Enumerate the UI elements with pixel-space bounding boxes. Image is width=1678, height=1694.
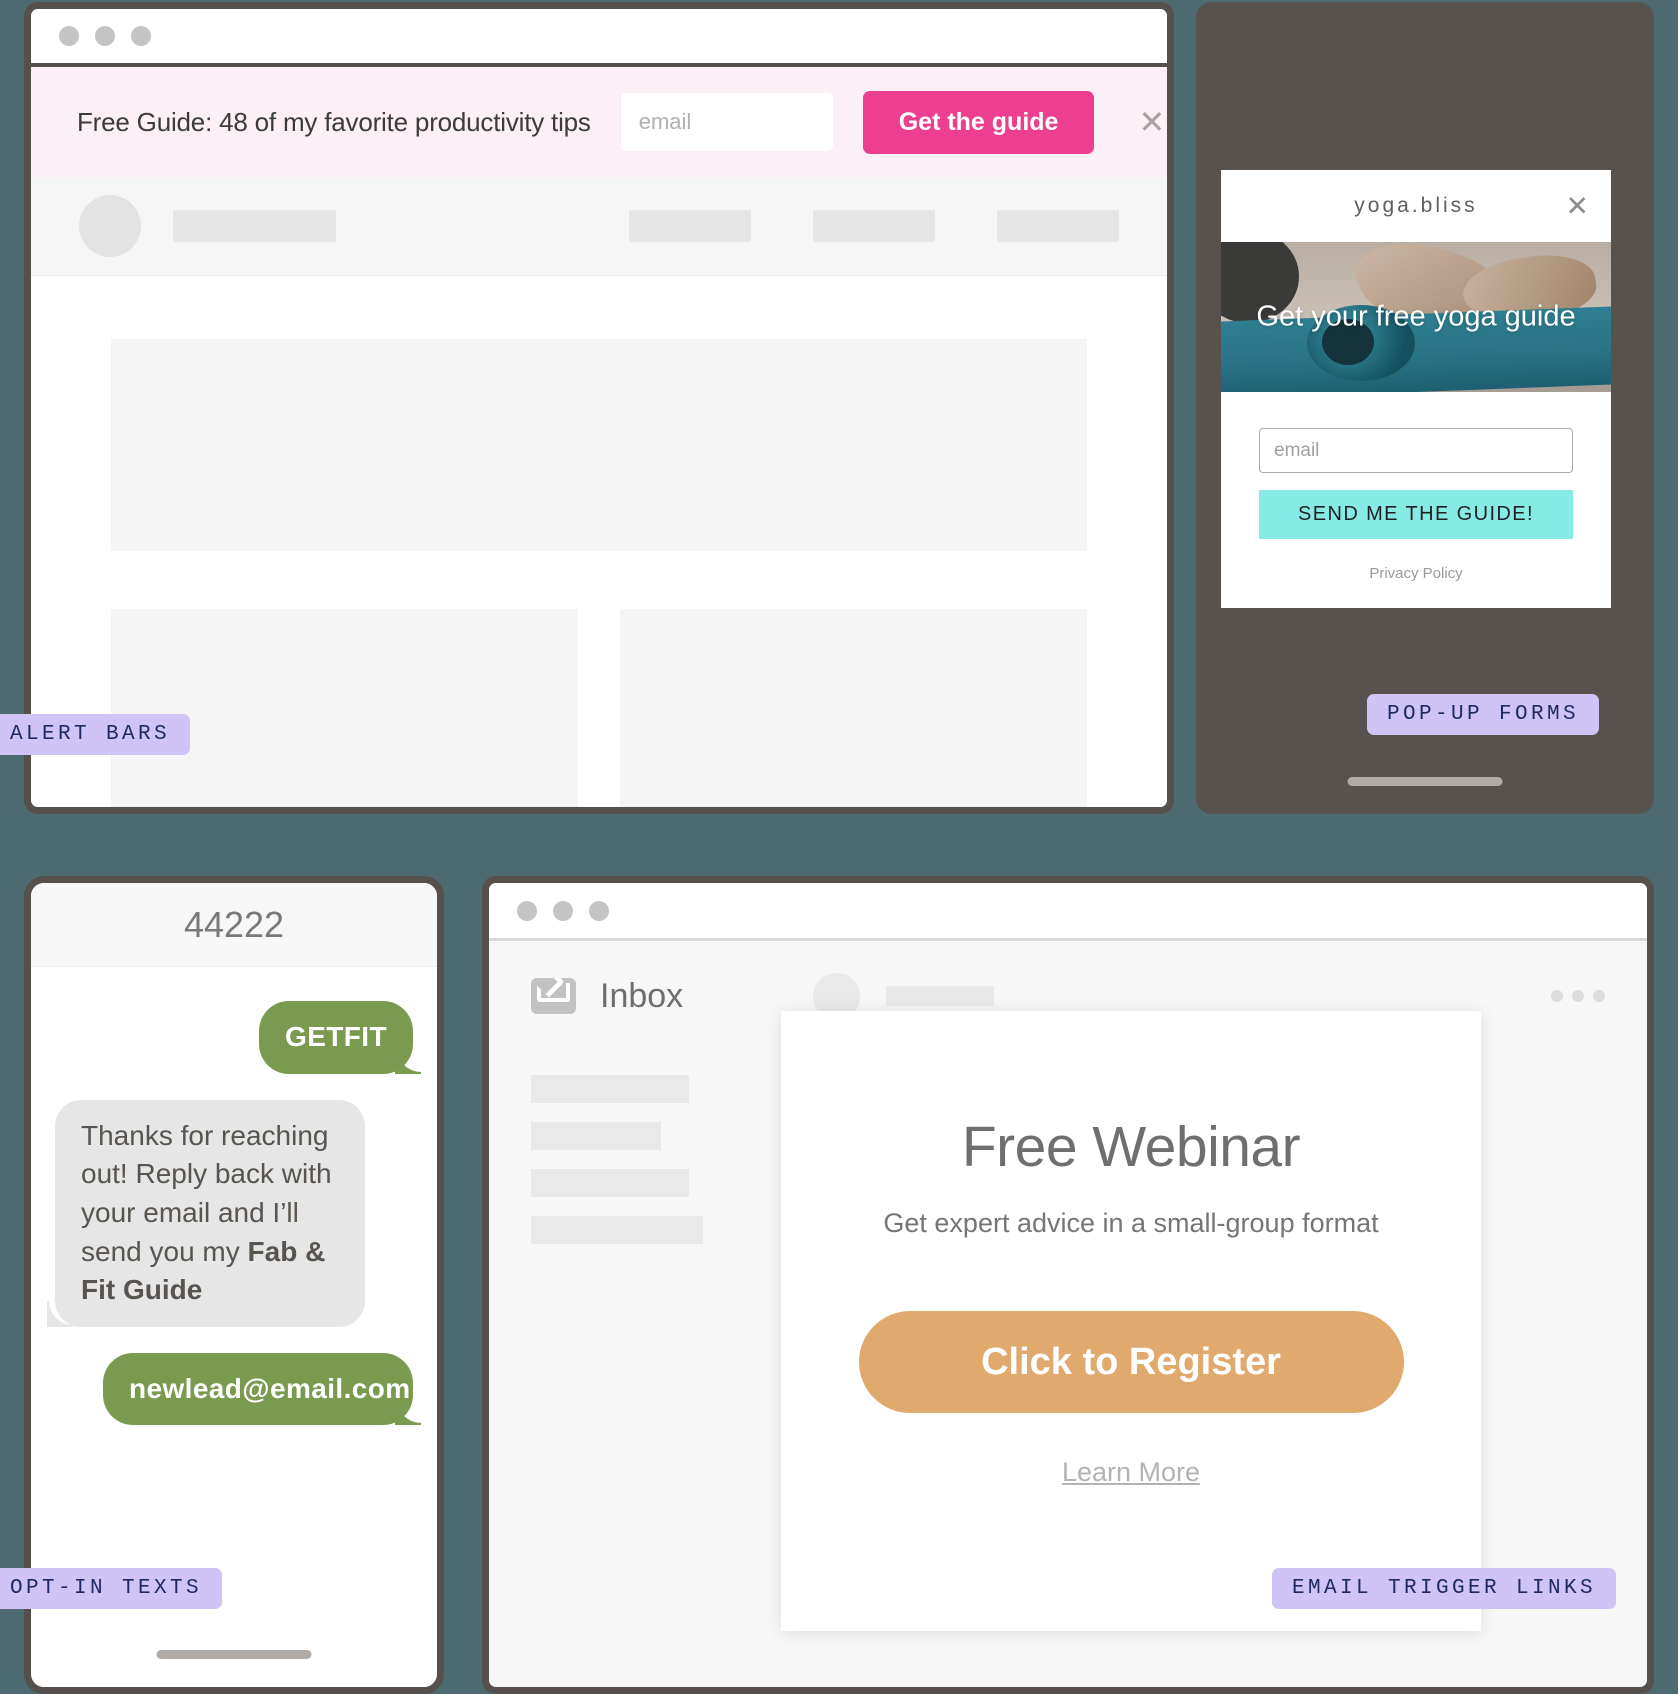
close-icon[interactable]: ✕ (1566, 190, 1589, 223)
alert-bar-submit-button[interactable]: Get the guide (862, 90, 1095, 154)
webinar-title: Free Webinar (961, 1115, 1301, 1179)
mail-row-placeholder (531, 1122, 661, 1150)
alert-bar-browser-window: Free Guide: 48 of my favorite productivi… (24, 2, 1174, 814)
browser-title-bar (489, 883, 1647, 941)
sms-shortcode: 44222 (183, 903, 285, 945)
popup-hero-image: Get your free yoga guide (1221, 242, 1611, 392)
sms-conversation: GETFIT Thanks for reaching out! Reply ba… (31, 967, 437, 1426)
user-name-placeholder (886, 986, 995, 1006)
home-indicator (156, 1650, 312, 1659)
content-column-placeholder (111, 609, 578, 807)
browser-title-bar (31, 9, 1167, 67)
nav-link-placeholder (813, 210, 935, 242)
mail-row-placeholder (531, 1169, 689, 1197)
site-content-skeleton (31, 276, 1167, 807)
register-button[interactable]: Click to Register (858, 1311, 1404, 1413)
nav-links-placeholder (629, 210, 1119, 242)
popup-form-card: yoga.bliss ✕ Get your free yoga guide SE… (1221, 170, 1611, 608)
sms-bubble-incoming: Thanks for reaching out! Reply back with… (47, 1099, 365, 1327)
more-horizontal-icon[interactable] (1551, 990, 1605, 1002)
popup-header: yoga.bliss ✕ (1221, 170, 1611, 242)
logo-placeholder (173, 210, 336, 242)
window-close-dot[interactable] (517, 900, 537, 921)
learn-more-link[interactable]: Learn More (1062, 1457, 1200, 1488)
section-tag-popup-forms: POP-UP FORMS (1367, 694, 1600, 735)
popup-email-input[interactable] (1259, 428, 1573, 473)
section-tag-email-trigger-links: EMAIL TRIGGER LINKS (1272, 1568, 1617, 1609)
webinar-modal: Free Webinar Get expert advice in a smal… (781, 1011, 1481, 1631)
window-maximize-dot[interactable] (131, 26, 151, 46)
content-column-placeholder (620, 609, 1087, 807)
content-columns-placeholder (111, 609, 1087, 807)
inbox-title: Inbox (600, 976, 684, 1015)
privacy-policy-link[interactable]: Privacy Policy (1259, 565, 1573, 582)
window-maximize-dot[interactable] (589, 900, 609, 921)
window-close-dot[interactable] (59, 26, 79, 46)
home-indicator (1347, 777, 1503, 786)
popup-form-body: SEND ME THE GUIDE! Privacy Policy (1221, 392, 1611, 608)
mockup-canvas: Free Guide: 48 of my favorite productivi… (0, 0, 1678, 1694)
sms-bubble-outgoing-email: newlead@email.com (103, 1352, 413, 1426)
mail-row-placeholder (531, 1075, 689, 1103)
site-navigation-skeleton (31, 177, 1167, 276)
nav-link-placeholder (629, 210, 751, 242)
alert-bar-email-input[interactable] (620, 93, 833, 151)
popup-form-phone-frame: yoga.bliss ✕ Get your free yoga guide SE… (1196, 2, 1654, 814)
section-tag-optin-texts: OPT-IN TEXTS (0, 1568, 223, 1609)
window-minimize-dot[interactable] (95, 26, 115, 46)
section-tag-alert-bars: ALERT BARS (0, 714, 191, 755)
close-icon[interactable]: ✕ (1138, 106, 1165, 138)
sms-header: 44222 (31, 883, 437, 967)
popup-submit-button[interactable]: SEND ME THE GUIDE! (1259, 490, 1573, 539)
webinar-subtitle: Get expert advice in a small-group forma… (883, 1208, 1379, 1238)
nav-link-placeholder (997, 210, 1119, 242)
hero-placeholder (111, 339, 1087, 551)
alert-bar: Free Guide: 48 of my favorite productivi… (31, 67, 1167, 177)
sms-message-row: newlead@email.com (55, 1352, 413, 1426)
popup-headline: Get your free yoga guide (1256, 300, 1576, 333)
window-minimize-dot[interactable] (553, 900, 573, 921)
mail-row-placeholder (531, 1216, 703, 1244)
sms-bubble-outgoing: GETFIT (259, 1001, 413, 1074)
alert-bar-message: Free Guide: 48 of my favorite productivi… (77, 106, 591, 137)
sms-message-row: Thanks for reaching out! Reply back with… (47, 1099, 413, 1327)
avatar-placeholder (79, 195, 141, 257)
popup-brand-name: yoga.bliss (1354, 194, 1478, 217)
envelope-icon (531, 978, 576, 1014)
sms-message-row: GETFIT (55, 1001, 413, 1074)
